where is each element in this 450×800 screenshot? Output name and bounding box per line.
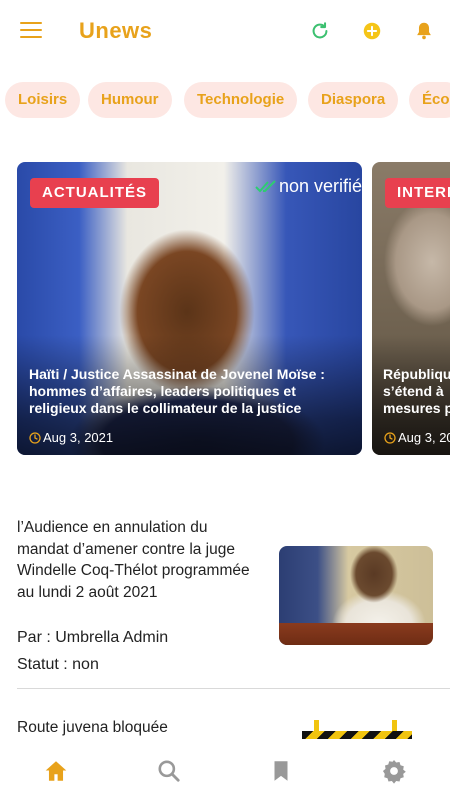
thumbnail-podium <box>279 623 433 645</box>
add-circle-icon[interactable] <box>361 20 383 42</box>
menu-icon[interactable] <box>20 22 42 40</box>
settings-icon[interactable] <box>381 758 407 784</box>
category-badge: INTERN <box>385 178 450 208</box>
featured-carousel: ACTUALITÉS non verifié Haïti / Justice A… <box>0 162 450 456</box>
search-icon[interactable] <box>156 758 182 784</box>
clock-icon <box>29 431 41 444</box>
verification-label: non verifié <box>278 176 362 196</box>
bottom-navigation <box>0 747 450 800</box>
refresh-icon[interactable] <box>309 20 331 42</box>
article-list-item[interactable]: l’Audience en annulation du mandat d’ame… <box>17 517 450 689</box>
featured-card[interactable]: INTERN République s’étend à mesures p Au… <box>372 162 450 455</box>
clock-icon <box>384 431 396 444</box>
featured-title: Haïti / Justice Assassinat de Jovenel Mo… <box>29 366 325 416</box>
chip-diaspora[interactable]: Diaspora <box>308 82 399 118</box>
verification-status: non verifié <box>255 176 362 197</box>
featured-date: Aug 3, 20 <box>384 430 450 445</box>
chip-loisirs[interactable]: Loisirs <box>5 82 81 118</box>
double-check-icon <box>255 179 276 192</box>
category-chips: Loisirs Humour Technologie Diaspora Éco <box>0 82 450 120</box>
app-bar: Unews <box>0 0 450 62</box>
barrier-stripe <box>302 731 412 739</box>
article-title: Route juvena bloquée <box>17 719 168 736</box>
article-thumbnail <box>279 546 433 645</box>
chip-technologie[interactable]: Technologie <box>184 82 298 118</box>
date-label: Aug 3, 20 <box>398 430 450 445</box>
chip-humour[interactable]: Humour <box>88 82 172 118</box>
app-title: Unews <box>79 18 153 43</box>
article-author: Par : Umbrella Admin <box>17 629 169 646</box>
bell-icon[interactable] <box>413 20 435 42</box>
chip-economie[interactable]: Éco <box>409 82 450 118</box>
article-list-item[interactable]: Route juvena bloquée <box>17 717 450 747</box>
article-status: Statut : non <box>17 656 99 673</box>
article-title: l’Audience en annulation du mandat d’ame… <box>17 519 250 601</box>
category-badge: ACTUALITÉS <box>30 178 159 208</box>
featured-date: Aug 3, 2021 <box>29 430 113 445</box>
article-thumbnail <box>302 717 412 741</box>
featured-card[interactable]: ACTUALITÉS non verifié Haïti / Justice A… <box>17 162 362 455</box>
date-label: Aug 3, 2021 <box>43 430 114 445</box>
home-icon[interactable] <box>43 758 69 784</box>
featured-title: République s’étend à mesures p <box>383 366 450 416</box>
bookmark-icon[interactable] <box>268 758 294 784</box>
